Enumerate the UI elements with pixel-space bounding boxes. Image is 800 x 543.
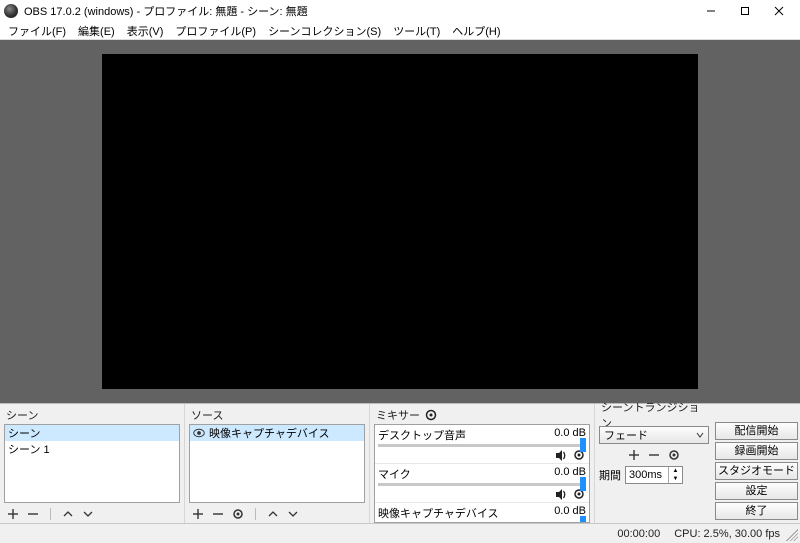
controls-panel: 配信開始 録画開始 スタジオモード 設定 終了 (709, 406, 798, 523)
menu-file[interactable]: ファイル(F) (2, 22, 72, 40)
remove-source-button[interactable] (211, 507, 225, 521)
remove-transition-button[interactable] (647, 448, 661, 462)
menu-edit[interactable]: 編集(E) (72, 22, 121, 40)
source-up-button[interactable] (266, 507, 280, 521)
remove-scene-button[interactable] (26, 507, 40, 521)
exit-button[interactable]: 終了 (715, 502, 798, 520)
separator (50, 508, 51, 520)
menu-view[interactable]: 表示(V) (121, 22, 170, 40)
app-logo-icon (4, 4, 18, 18)
mixer-item: マイク0.0 dB (375, 464, 589, 503)
add-transition-button[interactable] (627, 448, 641, 462)
bottom-panels: シーン シーン シーン 1 ソース 映像キャプチャデバイス (0, 403, 800, 523)
menu-scene-collection[interactable]: シーンコレクション(S) (262, 22, 387, 40)
list-item[interactable]: 映像キャプチャデバイス (190, 425, 364, 441)
duration-label: 期間 (599, 467, 621, 483)
transition-properties-button[interactable] (667, 448, 681, 462)
mixer-source-name: 映像キャプチャデバイス (378, 505, 499, 521)
panel-right: シーントランジション フェード 期間 ▲▼ 配信開始 (595, 404, 800, 523)
visibility-icon[interactable] (193, 427, 205, 439)
duration-spinbox[interactable]: ▲▼ (625, 466, 683, 484)
mixer-source-name: マイク (378, 466, 411, 482)
settings-button[interactable]: 設定 (715, 482, 798, 500)
mixer-settings-icon[interactable] (424, 408, 438, 422)
menu-profile[interactable]: プロファイル(P) (169, 22, 262, 40)
minimize-button[interactable] (694, 1, 728, 21)
list-item[interactable]: シーン 1 (5, 441, 179, 457)
add-scene-button[interactable] (6, 507, 20, 521)
close-button[interactable] (762, 1, 796, 21)
speaker-icon[interactable] (554, 448, 568, 462)
scene-down-button[interactable] (81, 507, 95, 521)
source-down-button[interactable] (286, 507, 300, 521)
status-cpu: CPU: 2.5%, 30.00 fps (674, 528, 780, 540)
mixer-list: デスクトップ音声0.0 dB マイク0.0 dB 映像キャプチャデバイス0.0 … (374, 424, 590, 523)
resize-grip-icon[interactable] (786, 529, 798, 541)
panel-mixer: ミキサー デスクトップ音声0.0 dB マイク0.0 dB (370, 404, 595, 523)
separator (255, 508, 256, 520)
status-time: 00:00:00 (617, 528, 660, 540)
menu-help[interactable]: ヘルプ(H) (446, 22, 506, 40)
mixer-item: デスクトップ音声0.0 dB (375, 425, 589, 464)
add-source-button[interactable] (191, 507, 205, 521)
sources-list[interactable]: 映像キャプチャデバイス (189, 424, 365, 503)
panel-transitions: シーントランジション フェード 期間 ▲▼ (599, 406, 709, 523)
volume-slider[interactable] (378, 444, 586, 447)
scene-up-button[interactable] (61, 507, 75, 521)
window-title: OBS 17.0.2 (windows) - プロファイル: 無題 - シーン:… (24, 3, 694, 19)
menu-tools[interactable]: ツール(T) (387, 22, 446, 40)
panel-transitions-title: シーントランジション (599, 406, 709, 424)
speaker-icon[interactable] (554, 487, 568, 501)
source-properties-button[interactable] (231, 507, 245, 521)
preview-canvas[interactable] (102, 54, 698, 389)
list-item[interactable]: シーン (5, 425, 179, 441)
volume-slider[interactable] (378, 483, 586, 486)
panel-mixer-title: ミキサー (376, 407, 420, 423)
title-bar: OBS 17.0.2 (windows) - プロファイル: 無題 - シーン:… (0, 0, 800, 22)
preview-area (0, 40, 800, 403)
menu-bar: ファイル(F) 編集(E) 表示(V) プロファイル(P) シーンコレクション(… (0, 22, 800, 40)
panel-scenes: シーン シーン シーン 1 (0, 404, 185, 523)
panel-sources-title: ソース (189, 406, 365, 424)
panel-scenes-title: シーン (4, 406, 180, 424)
spinner-up-icon[interactable]: ▲ (668, 467, 682, 475)
studio-mode-button[interactable]: スタジオモード (715, 462, 798, 480)
mixer-item: 映像キャプチャデバイス0.0 dB (375, 503, 589, 523)
spinner-down-icon[interactable]: ▼ (668, 475, 682, 483)
transition-select[interactable]: フェード (599, 426, 709, 444)
panel-sources: ソース 映像キャプチャデバイス (185, 404, 370, 523)
chevron-down-icon (696, 431, 704, 439)
start-streaming-button[interactable]: 配信開始 (715, 422, 798, 440)
maximize-button[interactable] (728, 1, 762, 21)
start-recording-button[interactable]: 録画開始 (715, 442, 798, 460)
mixer-source-name: デスクトップ音声 (378, 427, 466, 443)
status-bar: 00:00:00 CPU: 2.5%, 30.00 fps (0, 523, 800, 543)
scenes-list[interactable]: シーン シーン 1 (4, 424, 180, 503)
duration-input[interactable] (626, 467, 668, 483)
